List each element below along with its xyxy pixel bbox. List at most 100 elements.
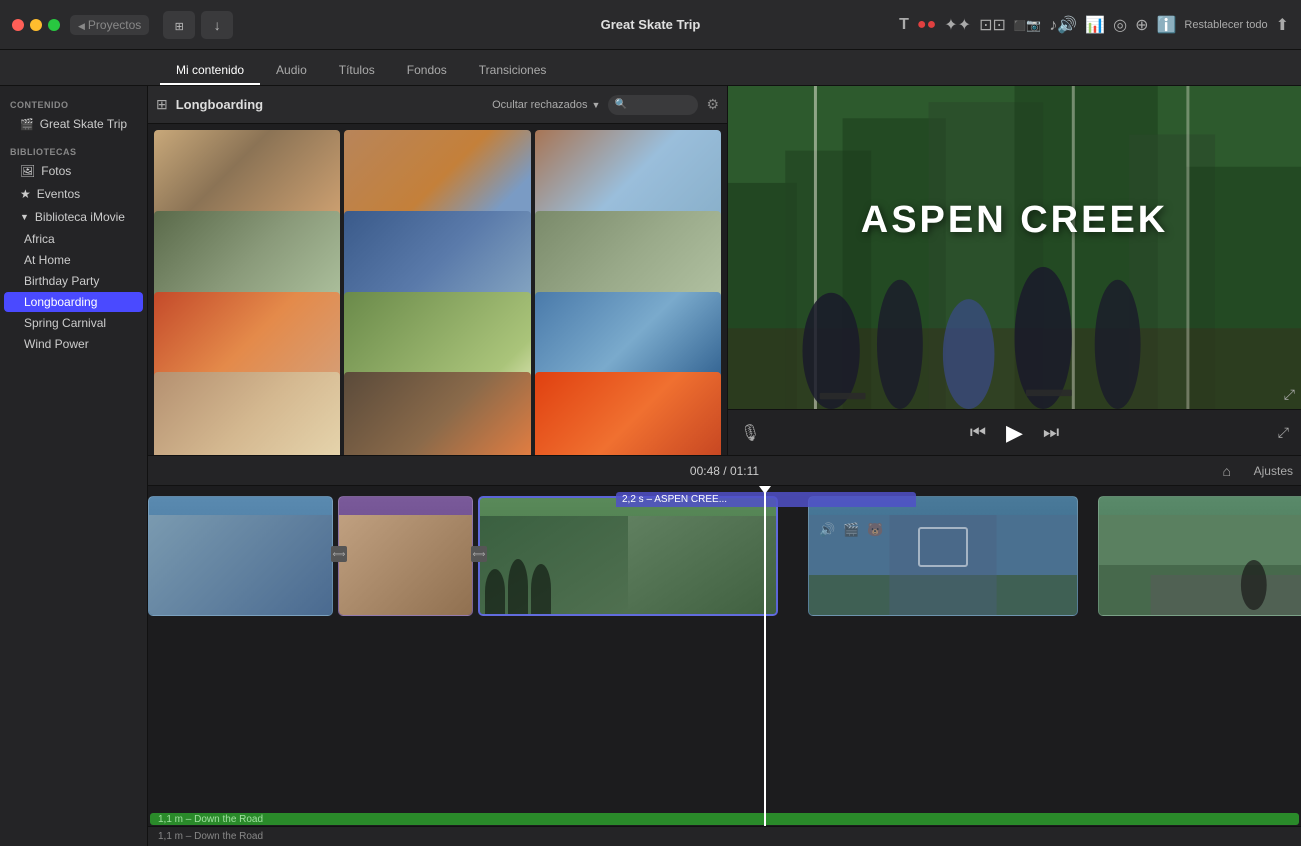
sidebar-item-wind-power[interactable]: Wind Power [4, 334, 143, 354]
titlebar: Proyectos Great Skate Trip ● ✦ ⊡ 📷 🔊 📊 ◎… [0, 0, 1301, 50]
content-area: ⊞ Longboarding Ocultar rechazados ▼ 🔍 ⚙ [148, 86, 1301, 846]
film-icon [20, 117, 34, 131]
camera-tool-icon[interactable]: 📷 [1014, 18, 1041, 32]
traffic-lights [0, 19, 60, 31]
ajustes-button[interactable]: Ajustes [1254, 464, 1293, 478]
search-icon: 🔍 [614, 99, 626, 110]
search-box[interactable]: 🔍 [608, 95, 698, 115]
tab-mi-contenido[interactable]: Mi contenido [160, 57, 260, 85]
media-browser: ⊞ Longboarding Ocultar rechazados ▼ 🔍 ⚙ [148, 86, 728, 455]
timeline-timecode: 00:48 / 01:11 [690, 464, 759, 478]
chart-tool-icon[interactable]: 📊 [1085, 15, 1105, 35]
timeline-clip-3[interactable] [478, 496, 778, 616]
stabilize-tool-icon[interactable]: ⊕ [1135, 15, 1148, 35]
transition-marker-1[interactable]: ⟺ [331, 546, 347, 562]
thumbnail-grid: 11,5 s [148, 124, 727, 455]
chevron-left-icon [78, 18, 85, 32]
sidebar: CONTENIDO Great Skate Trip BIBLIOTECAS 🖼… [0, 86, 148, 846]
audio-track: 1,1 m – Down the Road [148, 812, 1301, 826]
close-button[interactable] [12, 19, 24, 31]
back-label: Proyectos [88, 18, 141, 32]
preview-controls: 🎙 ⏮ ▶ ⏭ ⤢ [728, 409, 1301, 455]
filter-tool-icon[interactable]: ✦ [944, 15, 971, 35]
color-tool-icon[interactable]: ● [917, 16, 936, 34]
back-to-projects-button[interactable]: Proyectos [70, 15, 149, 35]
thumbnail-12[interactable] [535, 372, 721, 455]
timeline-clip-2[interactable] [338, 496, 473, 616]
sidebar-item-biblioteca-imovie[interactable]: ▼ Biblioteca iMovie [4, 206, 143, 228]
statusbar-label: 1,1 m – Down the Road [158, 831, 263, 842]
transition-marker-2[interactable]: ⟺ [471, 546, 487, 562]
biblioteca-imovie-label: Biblioteca iMovie [35, 210, 125, 224]
clip4-icons: 🔊 🎬 🐻 [819, 522, 884, 538]
contenido-section-label: CONTENIDO [0, 94, 147, 112]
top-section: ⊞ Longboarding Ocultar rechazados ▼ 🔍 ⚙ [148, 86, 1301, 456]
clip-selection-label: 2,2 s – ASPEN CREE... [616, 492, 916, 507]
eventos-label: Eventos [37, 187, 80, 201]
timeline-header: 00:48 / 01:11 ⌂ Ajustes [148, 456, 1301, 486]
timeline-clip-5[interactable] [1098, 496, 1301, 616]
media-browser-title: Longboarding [176, 97, 484, 112]
sidebar-item-spring-carnival[interactable]: Spring Carnival [4, 313, 143, 333]
clip4-frame [918, 527, 968, 567]
timeline-tracks: 2,2 s – ASPEN CREE... ⟺ ⟺ [148, 486, 1301, 846]
tabbar: Mi contenido Audio Títulos Fondos Transi… [0, 50, 1301, 86]
sidebar-item-africa[interactable]: Africa [4, 229, 143, 249]
sidebar-item-fotos[interactable]: 🖼 Fotos [4, 160, 143, 182]
sidebar-item-longboarding[interactable]: Longboarding [4, 292, 143, 312]
preview-fullscreen-button[interactable]: ⤢ [1284, 386, 1295, 403]
tab-audio[interactable]: Audio [260, 57, 323, 85]
tab-fondos[interactable]: Fondos [391, 57, 463, 85]
mic-button[interactable]: 🎙 [740, 423, 760, 443]
hide-rejected-label: Ocultar rechazados [492, 99, 587, 111]
skip-forward-button[interactable]: ⏭ [1043, 422, 1059, 443]
tab-transiciones[interactable]: Transiciones [463, 57, 563, 85]
fullscreen-button[interactable]: ⤢ [1278, 424, 1289, 441]
play-pause-button[interactable]: ▶ [1006, 420, 1023, 446]
share-button[interactable]: ⬆ [1276, 15, 1289, 35]
volume-tool-icon[interactable]: 🔊 [1049, 15, 1077, 35]
timeline-clip-1[interactable] [148, 496, 333, 616]
timeline-home-button[interactable]: ⌂ [1223, 463, 1231, 479]
import-button[interactable] [201, 11, 233, 39]
media-browser-header: ⊞ Longboarding Ocultar rechazados ▼ 🔍 ⚙ [148, 86, 727, 124]
preview-scene: ASPEN CREEK ⤢ [728, 86, 1301, 409]
sidebar-item-great-skate-trip[interactable]: Great Skate Trip [4, 113, 143, 135]
bibliotecas-section-label: BIBLIOTECAS [0, 141, 147, 159]
tab-titulos[interactable]: Títulos [323, 57, 391, 85]
hide-rejected-button[interactable]: Ocultar rechazados ▼ [492, 99, 600, 111]
fotos-label: Fotos [41, 164, 71, 178]
sidebar-content-label: Great Skate Trip [40, 117, 127, 131]
preview-panel: ASPEN CREEK ⤢ 🎙 ⏮ ▶ ⏭ ⤢ [728, 86, 1301, 455]
timeline-section: 00:48 / 01:11 ⌂ Ajustes 2,2 s – ASPEN CR… [148, 456, 1301, 846]
toolbar-right: ● ✦ ⊡ 📷 🔊 📊 ◎ ⊕ ℹ️ Restablecer todo ⬆ [899, 15, 1301, 35]
audio-label: 1,1 m – Down the Road [158, 814, 263, 825]
arrow-down-icon [214, 17, 221, 33]
text-tool-icon[interactable] [899, 16, 909, 34]
preview-title-text: ASPEN CREEK [861, 199, 1169, 242]
sidebar-item-birthday-party[interactable]: Birthday Party [4, 271, 143, 291]
restore-all-button[interactable]: Restablecer todo [1184, 19, 1267, 31]
view-toggle-button[interactable] [163, 11, 195, 39]
info-tool-icon[interactable]: ℹ️ [1157, 15, 1177, 35]
timeline-clip-4[interactable]: 🔊 🎬 🐻 [808, 496, 1078, 616]
thumbnail-11[interactable] [344, 372, 530, 455]
toolbar-left [163, 11, 233, 39]
preview-video[interactable]: ASPEN CREEK ⤢ [728, 86, 1301, 409]
sidebar-item-eventos[interactable]: ★ Eventos [4, 183, 143, 205]
main-area: CONTENIDO Great Skate Trip BIBLIOTECAS 🖼… [0, 86, 1301, 846]
media-settings-icon[interactable]: ⚙ [706, 96, 719, 113]
grid-view-button[interactable]: ⊞ [156, 96, 168, 113]
clip3-half-a [480, 516, 628, 614]
events-icon: ★ [20, 187, 31, 201]
thumbnail-10[interactable] [154, 372, 340, 455]
sidebar-item-at-home[interactable]: At Home [4, 250, 143, 270]
crop-tool-icon[interactable]: ⊡ [979, 15, 1006, 35]
clip3-half-b [628, 516, 776, 614]
statusbar: 1,1 m – Down the Road [148, 826, 1301, 846]
speed-tool-icon[interactable]: ◎ [1113, 15, 1127, 35]
skip-back-button[interactable]: ⏮ [970, 422, 986, 443]
chevron-down-icon: ▼ [20, 212, 29, 222]
maximize-button[interactable] [48, 19, 60, 31]
minimize-button[interactable] [30, 19, 42, 31]
